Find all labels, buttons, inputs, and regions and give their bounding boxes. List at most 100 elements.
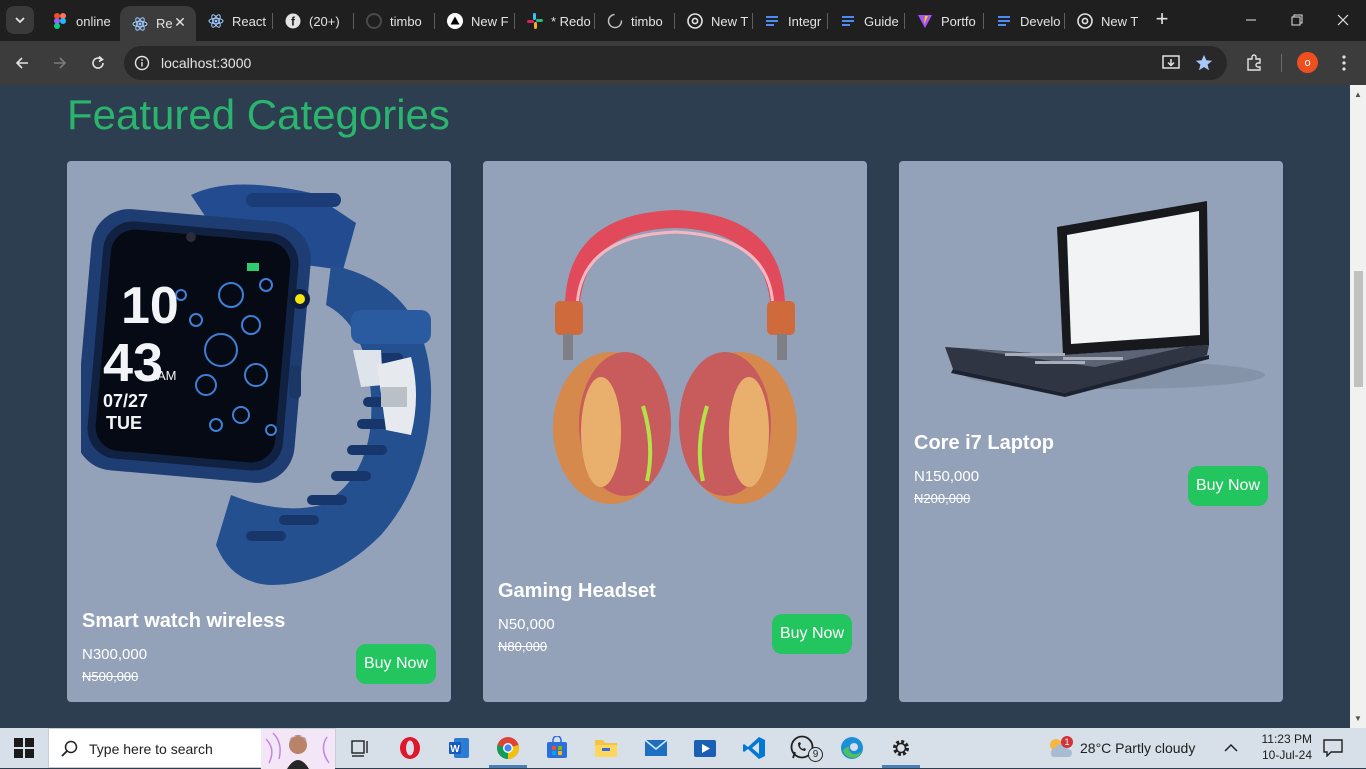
taskbar-mail[interactable]	[642, 734, 670, 762]
address-bar[interactable]: localhost:3000	[124, 46, 1227, 80]
product-price: N300,000	[82, 646, 148, 663]
taskbar-chrome[interactable]	[494, 734, 522, 762]
taskbar-word[interactable]: W	[445, 734, 473, 762]
vercel-icon	[447, 13, 463, 29]
smart-watch-image: 10 43 AM 07/27 TUE	[81, 184, 432, 585]
react-icon	[132, 16, 148, 32]
whatsapp-badge: 9	[808, 747, 823, 762]
tab-title: timbo	[631, 13, 663, 29]
forward-button[interactable]	[47, 50, 73, 76]
restore-icon	[1291, 14, 1303, 26]
task-view-icon	[351, 740, 368, 757]
github-icon	[366, 13, 382, 29]
buy-now-button[interactable]: Buy Now	[772, 614, 852, 654]
page-viewport: Featured Categories 10 43 AM 07/27 TUE S…	[0, 85, 1350, 728]
browser-tab[interactable]: timbo	[595, 7, 675, 35]
browser-tab[interactable]: f (20+)	[273, 7, 353, 35]
minimize-button[interactable]	[1236, 8, 1266, 32]
browser-tab[interactable]: Portfo	[905, 7, 983, 35]
scroll-down-arrow-icon[interactable]: ▼	[1354, 715, 1362, 723]
site-info-icon[interactable]	[134, 55, 150, 71]
menu-button[interactable]	[1333, 52, 1355, 74]
windows-start-icon[interactable]	[14, 738, 34, 758]
browser-tab[interactable]: * Redo	[515, 7, 595, 35]
taskbar-settings[interactable]	[887, 734, 915, 762]
profile-avatar[interactable]: o	[1297, 52, 1318, 73]
product-name: Core i7 Laptop	[914, 432, 1055, 454]
extensions-button[interactable]	[1243, 52, 1265, 74]
close-icon[interactable]: ✕	[173, 15, 187, 29]
browser-tab[interactable]: New F	[435, 7, 515, 35]
search-placeholder: Type here to search	[89, 741, 213, 757]
tab-title: Integr	[788, 13, 822, 29]
scrollbar-thumb[interactable]	[1354, 271, 1363, 387]
close-window-button[interactable]	[1328, 8, 1358, 32]
browser-tab[interactable]: Guide	[828, 7, 904, 35]
taskbar-clock[interactable]: 11:23 PM 10-Jul-24	[1220, 731, 1312, 763]
minimize-icon	[1246, 19, 1256, 21]
taskbar-media-player[interactable]	[691, 734, 719, 762]
product-card: Gaming Headset N50,000 N80,000 Buy Now	[483, 161, 867, 702]
product-old-price: N200,000	[914, 491, 971, 506]
browser-tab-strip: online Re ✕ React f (20+) timbo New F * …	[0, 0, 1366, 41]
search-highlight-image	[261, 729, 335, 769]
taskbar-edge[interactable]	[838, 734, 866, 762]
back-button[interactable]	[9, 50, 35, 76]
buy-now-button[interactable]: Buy Now	[1188, 466, 1268, 506]
gear-icon	[893, 740, 909, 756]
tab-title: online	[76, 13, 111, 29]
restore-button[interactable]	[1282, 8, 1312, 32]
docs-icon	[996, 13, 1012, 29]
edge-icon	[841, 737, 863, 759]
install-app-icon	[1162, 55, 1180, 69]
vite-icon	[917, 13, 933, 29]
docs-icon	[840, 13, 856, 29]
browser-tab[interactable]: Develo	[984, 7, 1064, 35]
tab-search-button[interactable]	[6, 6, 34, 34]
taskbar-store[interactable]	[543, 734, 571, 762]
task-view-button[interactable]	[346, 734, 374, 762]
star-icon	[1195, 54, 1213, 71]
docs-icon	[764, 13, 780, 29]
chevron-down-icon	[15, 17, 25, 24]
weather-badge: 1	[1061, 736, 1073, 748]
vscode-icon	[743, 737, 765, 759]
browser-tab-active[interactable]: Re ✕	[120, 6, 196, 41]
browser-tab[interactable]: Integr	[752, 7, 828, 35]
close-icon	[1337, 14, 1349, 26]
page-scrollbar[interactable]: ▲ ▼	[1350, 85, 1366, 728]
new-tab-button[interactable]: +	[1150, 8, 1174, 32]
section-title: Featured Categories	[67, 91, 450, 138]
install-app-button[interactable]	[1161, 52, 1183, 74]
reload-button[interactable]	[85, 50, 111, 76]
tab-title: * Redo	[551, 13, 591, 29]
taskbar-opera[interactable]	[396, 734, 424, 762]
notification-button[interactable]	[1323, 728, 1343, 768]
browser-tab[interactable]: online	[40, 7, 120, 35]
store-icon	[547, 736, 567, 758]
chrome-icon	[687, 13, 703, 29]
word-icon: W	[449, 738, 469, 758]
browser-tab[interactable]: React	[196, 7, 268, 35]
tab-title: Re	[156, 16, 173, 31]
taskbar-search-box[interactable]: Type here to search	[48, 728, 336, 769]
bookmark-button[interactable]	[1193, 52, 1215, 74]
tab-title: New T	[711, 13, 749, 29]
taskbar-vscode[interactable]	[740, 734, 768, 762]
more-vert-icon	[1342, 55, 1346, 71]
browser-tab[interactable]: timbo	[354, 7, 434, 35]
clock-time: 11:23 PM	[1261, 732, 1312, 746]
tab-title: timbo	[390, 13, 422, 29]
weather-widget[interactable]: 28°C Partly cloudy	[1045, 728, 1195, 768]
arrow-right-icon	[54, 57, 67, 69]
scroll-up-arrow-icon[interactable]: ▲	[1354, 91, 1362, 99]
headset-image	[553, 210, 797, 504]
browser-tab[interactable]: New T	[1065, 7, 1141, 35]
react-icon	[208, 13, 224, 29]
browser-tab[interactable]: New T	[675, 7, 753, 35]
url-text[interactable]: localhost:3000	[161, 55, 251, 71]
taskbar-file-explorer[interactable]	[592, 734, 620, 762]
weather-text: 28°C Partly cloudy	[1080, 740, 1196, 756]
facebook-icon: f	[285, 13, 301, 29]
buy-now-button[interactable]: Buy Now	[356, 644, 436, 684]
